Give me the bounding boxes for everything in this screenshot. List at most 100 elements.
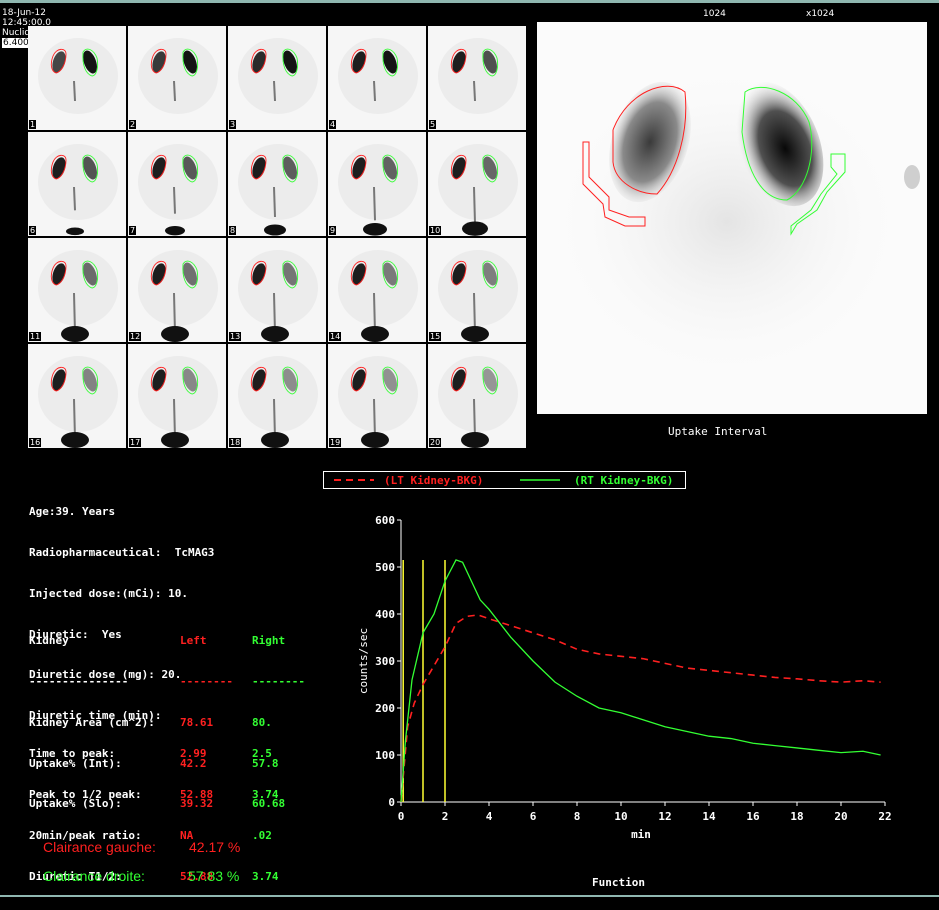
frame-image	[238, 144, 318, 236]
study-date: 18-Jun-12	[2, 8, 46, 18]
right-value: .02	[252, 828, 272, 842]
y-tick-label: 100	[375, 749, 395, 762]
kidney-header: Kidney	[29, 634, 69, 648]
dynamic-frame[interactable]: 15	[428, 238, 526, 342]
frame-image	[338, 356, 418, 448]
y-tick-label: 500	[375, 561, 395, 574]
y-tick-label: 300	[375, 655, 395, 668]
y-tick-label: 0	[388, 796, 395, 809]
dynamic-frame[interactable]: 19	[328, 344, 426, 448]
x-tick-label: 0	[398, 810, 405, 823]
edge-activity	[904, 165, 920, 189]
frame-number: 17	[129, 438, 142, 447]
x-tick-label: 22	[878, 810, 891, 823]
left-value: 2.99	[180, 747, 207, 761]
dynamic-frame[interactable]: 3	[228, 26, 326, 130]
info-age: Age:39. Years	[29, 505, 116, 519]
frame-image	[138, 356, 218, 448]
frame-number: 3	[229, 120, 237, 129]
x-tick-label: 16	[746, 810, 760, 823]
y-tick-label: 400	[375, 608, 395, 621]
dynamic-frame[interactable]: 14	[328, 238, 426, 342]
dynamic-frame[interactable]: 11	[28, 238, 126, 342]
clearance-left-value: 42.17 %	[189, 839, 241, 855]
row-label: Time to peak:	[29, 747, 116, 761]
frame-image	[438, 356, 518, 448]
clearance-right-label: Clairance droite:	[43, 868, 145, 884]
frame-number: 1	[29, 120, 37, 129]
right-value: 3.74	[252, 869, 279, 883]
frame-image	[338, 144, 418, 236]
x-tick-label: 8	[574, 810, 581, 823]
dynamic-frame[interactable]: 12	[128, 238, 226, 342]
frame-number: 16	[29, 438, 42, 447]
dynamic-frame[interactable]: 13	[228, 238, 326, 342]
frame-image	[438, 38, 518, 114]
x-tick-label: 18	[790, 810, 803, 823]
uptake-image-svg	[547, 62, 920, 382]
frame-image	[238, 356, 318, 448]
frame-image	[438, 250, 518, 342]
matrix-height: x1024	[806, 9, 835, 19]
legend-right-label: (RT Kidney-BKG)	[574, 474, 674, 487]
dynamic-frame[interactable]: 20	[428, 344, 526, 448]
dynamic-frame[interactable]: 8	[228, 132, 326, 236]
right-kidney-curve	[400, 559, 881, 803]
frame-number: 12	[129, 332, 142, 341]
frame-image	[138, 38, 218, 114]
frame-image	[38, 356, 118, 448]
frame-image	[138, 144, 218, 236]
dynamic-frame[interactable]: 4	[328, 26, 426, 130]
dynamic-frame[interactable]: 9	[328, 132, 426, 236]
dynamic-frame[interactable]: 2	[128, 26, 226, 130]
dynamic-frame[interactable]: 10	[428, 132, 526, 236]
info-injected-dose: Injected dose:(mCi): 10.	[29, 586, 188, 600]
left-kidney-curve	[400, 614, 881, 803]
frame-image	[38, 144, 118, 236]
frame-number: 4	[329, 120, 337, 129]
frame-image	[338, 38, 418, 114]
x-tick-label: 20	[834, 810, 847, 823]
frame-number: 9	[329, 226, 337, 235]
clearance-right-value: 57.83 %	[188, 868, 240, 884]
frame-image	[238, 38, 318, 114]
frame-number: 10	[429, 226, 442, 235]
frame-image	[338, 250, 418, 342]
right-separator: --------	[252, 674, 305, 688]
dynamic-frame[interactable]: 7	[128, 132, 226, 236]
right-value: 2.5	[252, 747, 272, 761]
label-separator: ---------------	[29, 674, 129, 688]
frame-number: 11	[29, 332, 42, 341]
info-radiopharmaceutical: Radiopharmaceutical: TcMAG3	[29, 545, 215, 559]
y-tick-label: 200	[375, 702, 395, 715]
dynamic-frame[interactable]: 17	[128, 344, 226, 448]
frame-number: 14	[329, 332, 342, 341]
uptake-caption: Uptake Interval	[668, 425, 768, 438]
right-header: Right	[252, 634, 286, 648]
x-tick-label: 10	[614, 810, 627, 823]
dynamic-frame[interactable]: 6	[28, 132, 126, 236]
x-tick-label: 14	[702, 810, 716, 823]
frame-number: 15	[429, 332, 442, 341]
frame-number: 20	[429, 438, 442, 447]
frame-number: 18	[229, 438, 242, 447]
clearance-left-label: Clairance gauche:	[43, 839, 156, 855]
legend-left-label: (LT Kidney-BKG)	[384, 474, 484, 487]
function-caption: Function	[592, 876, 645, 889]
dynamic-frame[interactable]: 1	[28, 26, 126, 130]
frame-number: 6	[29, 226, 37, 235]
dynamic-frame[interactable]: 5	[428, 26, 526, 130]
timing-right-column: 2.5 3.74 .02 3.74	[252, 720, 279, 910]
top-border	[0, 0, 939, 3]
y-tick-label: 600	[375, 514, 395, 527]
background-activity	[547, 62, 907, 382]
x-tick-label: 6	[530, 810, 537, 823]
x-tick-label: 2	[442, 810, 449, 823]
uptake-image[interactable]	[537, 22, 927, 414]
chart-legend: (LT Kidney-BKG) (RT Kidney-BKG)	[323, 471, 686, 489]
dynamic-frame[interactable]: 16	[28, 344, 126, 448]
row-label: Peak to 1/2 peak:	[29, 787, 142, 801]
dynamic-frame[interactable]: 18	[228, 344, 326, 448]
renogram-chart: 0 2 4 6 8 10 12 14 16 18 20 22 0 100 200 300 400 500 600 mi…	[357, 514, 892, 841]
frame-image	[138, 250, 218, 342]
